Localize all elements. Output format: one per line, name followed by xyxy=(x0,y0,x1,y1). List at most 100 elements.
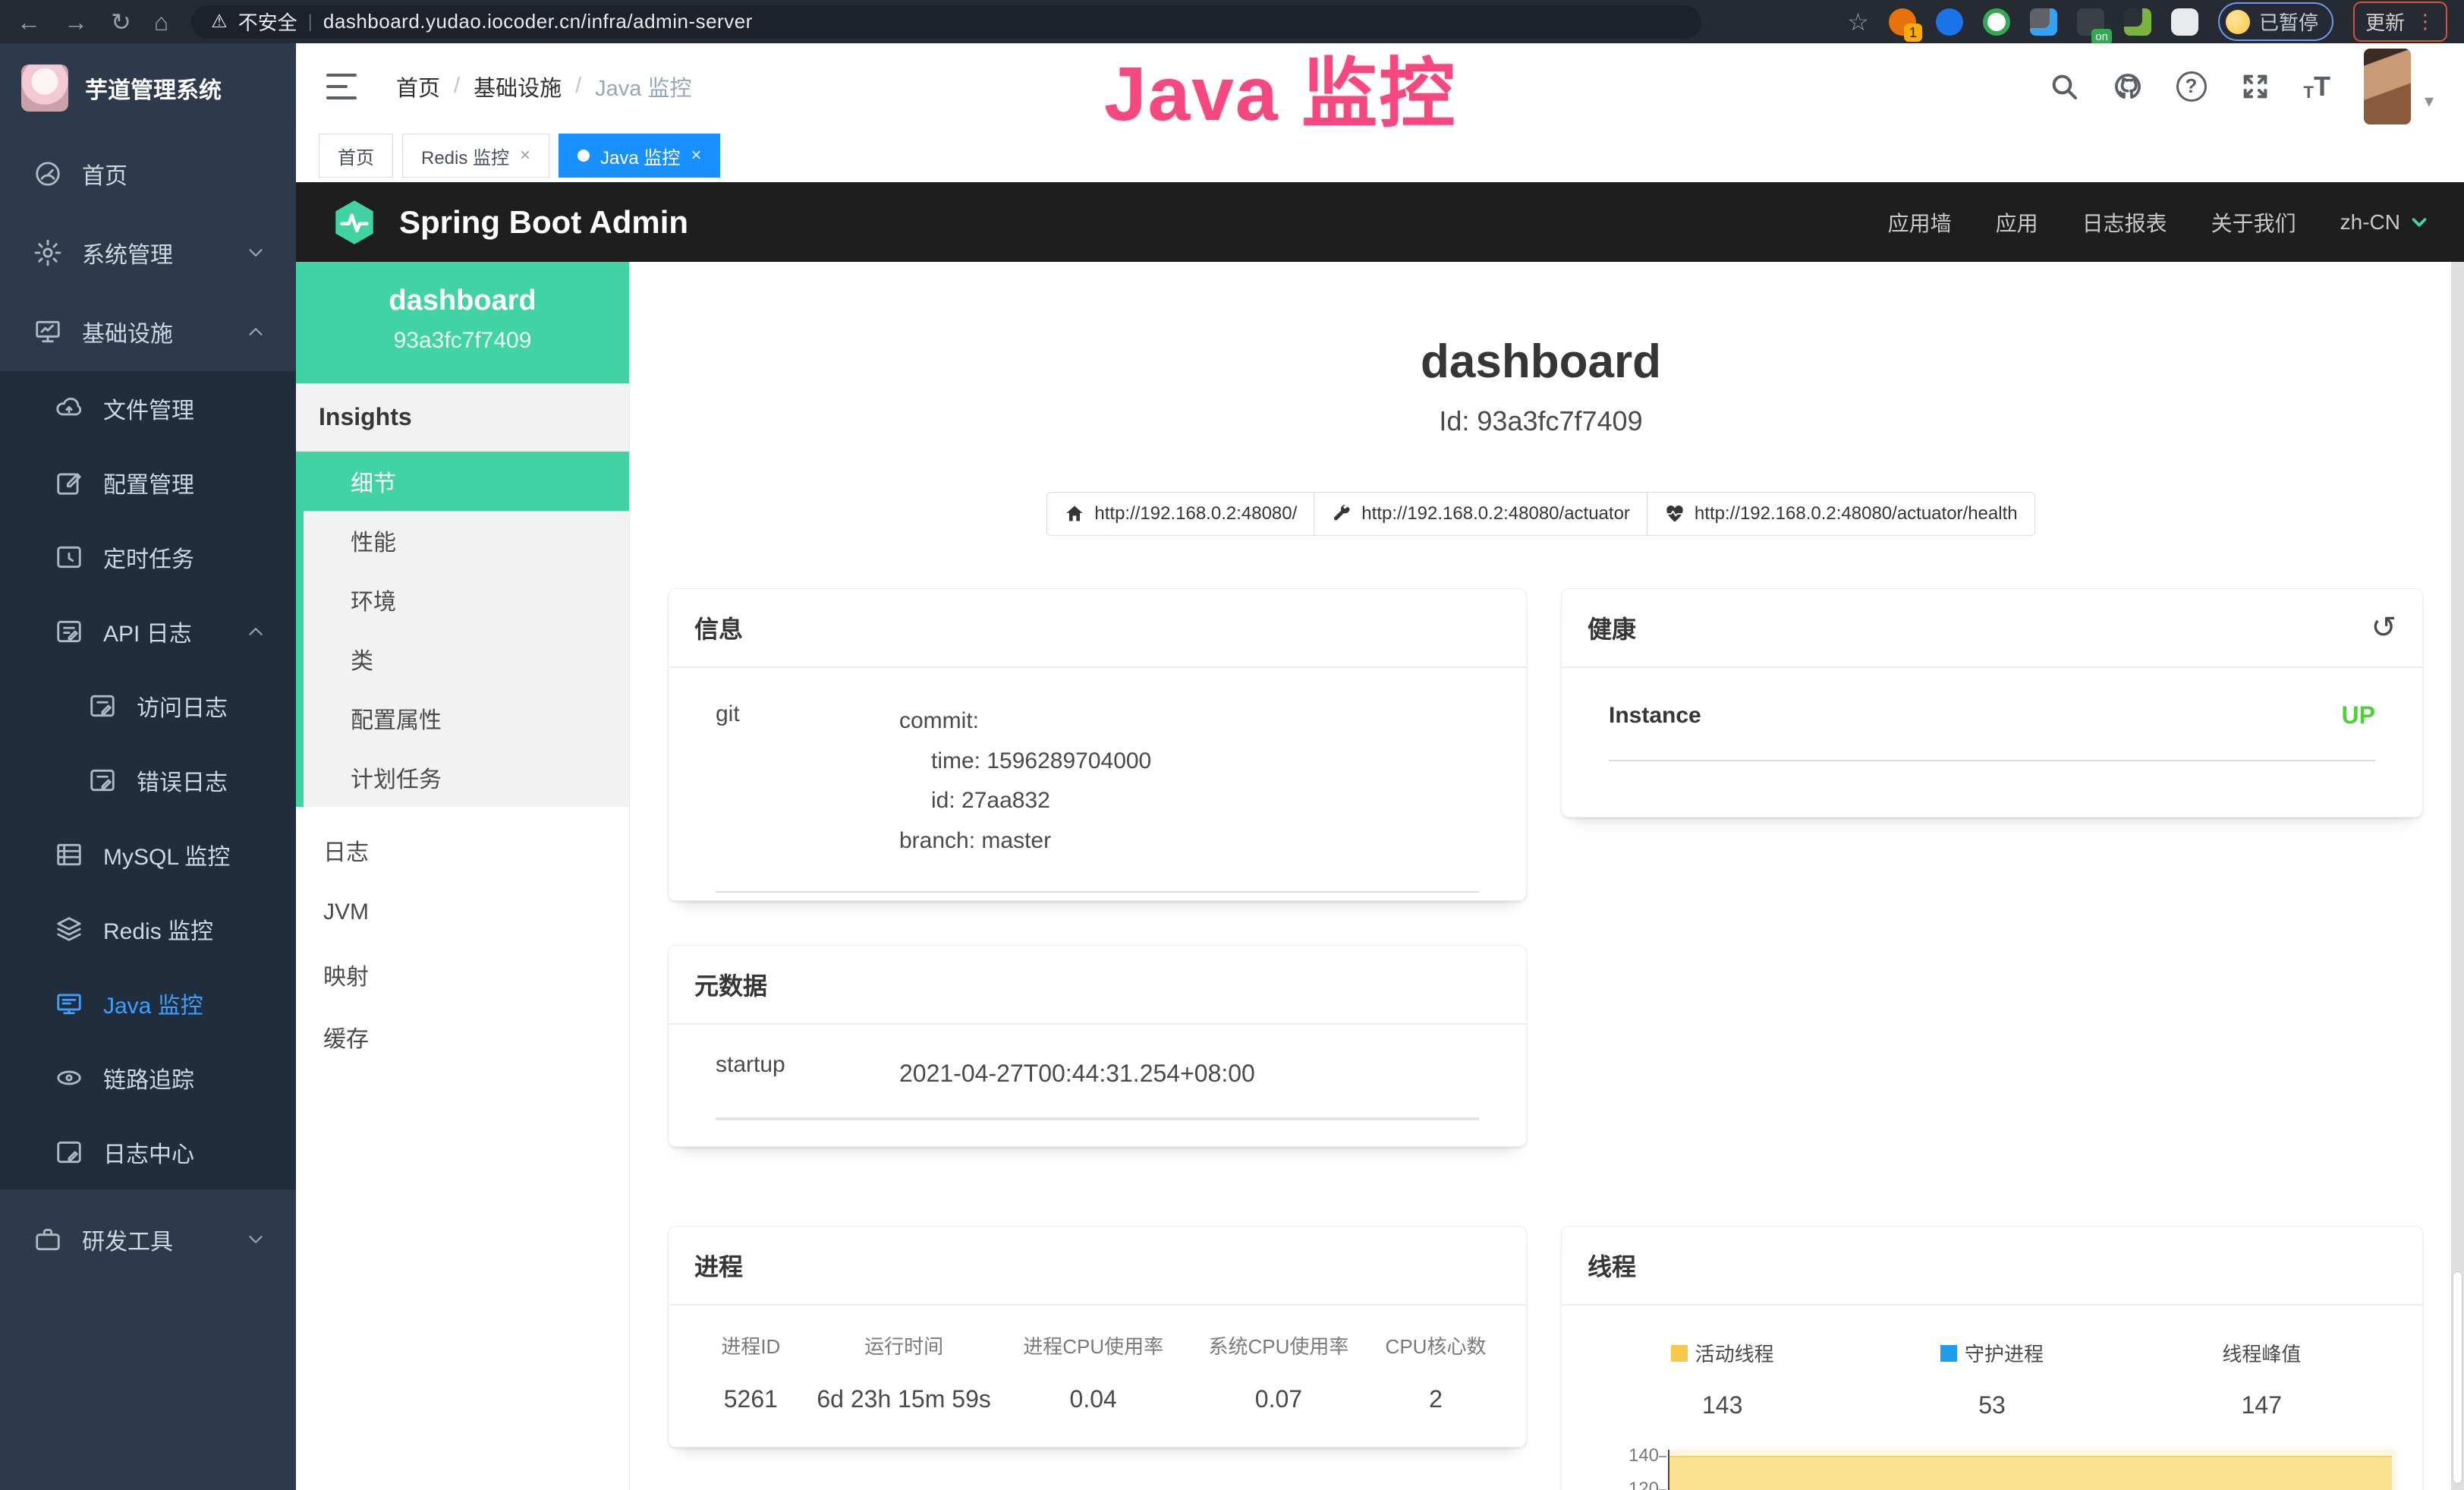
menu-item-logs[interactable]: 日志 xyxy=(296,819,629,881)
legend-value: 147 xyxy=(2127,1391,2396,1419)
content-scrollbar[interactable] xyxy=(2451,262,2464,1490)
menu-item-metrics[interactable]: 性能 xyxy=(304,511,629,570)
menu-item-config-props[interactable]: 配置属性 xyxy=(304,688,629,748)
sidebar-item-system[interactable]: 系统管理 xyxy=(0,213,296,292)
sidebar-item-infrastructure[interactable]: 基础设施 xyxy=(0,292,296,371)
sba-locale-select[interactable]: zh-CN xyxy=(2340,210,2431,235)
cell-process-cpu: 0.04 xyxy=(1001,1385,1186,1413)
sidebar-item-mysql-monitor[interactable]: MySQL 监控 xyxy=(0,817,296,892)
help-icon[interactable]: ? xyxy=(2176,71,2207,102)
legend-swatch-daemon xyxy=(1940,1345,1957,1362)
menu-item-environment[interactable]: 环境 xyxy=(304,570,629,629)
breadcrumb-section[interactable]: 基础设施 xyxy=(474,71,562,102)
sba-nav-journal[interactable]: 日志报表 xyxy=(2082,207,2167,238)
url-label: http://192.168.0.2:48080/actuator/health xyxy=(1695,503,2018,524)
update-button[interactable]: 更新 ⋮ xyxy=(2353,2,2447,42)
sidebar-item-error-log[interactable]: 错误日志 xyxy=(0,743,296,817)
breadcrumb-separator: / xyxy=(454,74,460,99)
back-icon[interactable]: ← xyxy=(17,10,41,34)
sidebar-item-dev-tools[interactable]: 研发工具 xyxy=(0,1200,296,1279)
breadcrumb-separator: / xyxy=(575,74,581,99)
font-size-icon[interactable]: TT xyxy=(2304,71,2330,102)
threads-card-title: 线程 xyxy=(1588,1248,1636,1283)
menu-item-scheduled-tasks[interactable]: 计划任务 xyxy=(304,748,629,807)
sidebar-item-config-management[interactable]: 配置管理 xyxy=(0,446,296,520)
user-avatar[interactable] xyxy=(2364,49,2411,124)
extension-on-badge: on xyxy=(2091,29,2112,45)
update-label: 更新 xyxy=(2365,8,2405,36)
menu-item-mappings[interactable]: 映射 xyxy=(296,943,629,1006)
sidebar-item-file-management[interactable]: 文件管理 xyxy=(0,371,296,446)
tab-home[interactable]: 首页 xyxy=(319,134,393,178)
sba-nav-about[interactable]: 关于我们 xyxy=(2211,207,2296,238)
instance-health-url-button[interactable]: http://192.168.0.2:48080/actuator/health xyxy=(1647,492,2035,536)
instance-health-row[interactable]: Instance UP xyxy=(1588,701,2396,729)
database-icon xyxy=(55,840,83,869)
sidebar-item-java-monitor[interactable]: Java 监控 xyxy=(0,966,296,1041)
tab-redis-monitor[interactable]: Redis 监控 × xyxy=(402,134,549,178)
process-card: 进程 进程ID 运行时间 进程CPU使用率 系统CPU使用率 CPU核心数 52… xyxy=(668,1226,1527,1447)
instance-actuator-url-button[interactable]: http://192.168.0.2:48080/actuator xyxy=(1314,492,1647,536)
y-tick: 140 xyxy=(1603,1445,1659,1479)
reload-icon[interactable]: ↻ xyxy=(111,10,131,34)
search-icon[interactable] xyxy=(2049,71,2079,102)
extension-switch-icon[interactable]: on xyxy=(2077,8,2104,36)
extension-orange-icon[interactable]: 1 xyxy=(1889,8,1916,36)
history-icon[interactable]: ↺ xyxy=(2371,610,2396,645)
browser-menu-kebab-icon[interactable]: ⋮ xyxy=(2415,10,2435,33)
sba-sidebar: dashboard 93a3fc7f7409 Insights 细节 性能 环境… xyxy=(296,262,630,1490)
chart-plot-area xyxy=(1668,1450,2396,1490)
bookmark-star-icon[interactable]: ☆ xyxy=(1847,10,1869,34)
not-secure-label[interactable]: 不安全 xyxy=(238,8,297,36)
menu-item-caches[interactable]: 缓存 xyxy=(296,1006,629,1068)
cloud-upload-icon xyxy=(55,394,83,423)
close-icon[interactable]: × xyxy=(691,145,701,166)
startup-label: startup xyxy=(694,1052,899,1095)
instance-home-url-button[interactable]: http://192.168.0.2:48080/ xyxy=(1046,492,1314,536)
log-edit-icon xyxy=(55,617,83,646)
dashboard-gauge-icon xyxy=(33,159,62,188)
menu-item-jvm[interactable]: JVM xyxy=(296,881,629,943)
extension-pin-icon[interactable] xyxy=(1936,8,1963,36)
browser-home-icon[interactable]: ⌂ xyxy=(154,10,168,34)
sidebar-item-label: 链路追踪 xyxy=(103,1061,194,1095)
tab-java-monitor[interactable]: Java 监控 × xyxy=(559,134,720,178)
url-bar[interactable]: ⚠ 不安全 | dashboard.yudao.iocoder.cn/infra… xyxy=(191,5,1701,39)
sba-brand-title[interactable]: Spring Boot Admin xyxy=(399,204,688,241)
extension-leaf-icon[interactable] xyxy=(2124,8,2151,36)
main-content: dashboard Id: 93a3fc7f7409 http://192.16… xyxy=(631,262,2451,1490)
metadata-card: 元数据 startup 2021-04-27T00:44:31.254+08:0… xyxy=(668,945,1527,1147)
sidebar-item-api-log[interactable]: API 日志 xyxy=(0,594,296,669)
extension-grid-icon[interactable] xyxy=(2030,8,2057,36)
sidebar-item-access-log[interactable]: 访问日志 xyxy=(0,669,296,743)
extension-puzzle-icon[interactable] xyxy=(2171,8,2198,36)
forward-icon[interactable]: → xyxy=(64,10,88,34)
menu-item-details[interactable]: 细节 xyxy=(304,452,629,511)
scrollbar-thumb[interactable] xyxy=(2453,1271,2462,1484)
close-icon[interactable]: × xyxy=(520,145,530,166)
github-icon[interactable] xyxy=(2113,71,2143,102)
app-logo[interactable]: 芋道管理系统 xyxy=(0,43,296,134)
active-tab-dot xyxy=(577,150,590,162)
extension-green-circle-icon[interactable] xyxy=(1983,8,2010,36)
sba-nav-wallboard[interactable]: 应用墙 xyxy=(1888,207,1952,238)
browser-actions: ☆ 1 on 已暂停 更新 ⋮ xyxy=(1847,2,2447,42)
hamburger-icon[interactable] xyxy=(326,74,357,99)
sidebar-item-log-center[interactable]: 日志中心 xyxy=(0,1115,296,1189)
sba-nav-applications[interactable]: 应用 xyxy=(1996,207,2038,238)
smiley-face-icon xyxy=(2226,10,2250,34)
sidebar-item-label: MySQL 监控 xyxy=(103,838,230,871)
breadcrumb: 首页 / 基础设施 / Java 监控 xyxy=(396,71,691,102)
paused-badge[interactable]: 已暂停 xyxy=(2218,2,2333,41)
instance-header[interactable]: dashboard 93a3fc7f7409 xyxy=(296,262,629,383)
col-header: 进程CPU使用率 xyxy=(1001,1331,1186,1359)
breadcrumb-home[interactable]: 首页 xyxy=(396,71,440,102)
sidebar-item-scheduled-jobs[interactable]: 定时任务 xyxy=(0,520,296,594)
user-menu-caret-icon[interactable]: ▾ xyxy=(2425,90,2434,112)
menu-item-classes[interactable]: 类 xyxy=(304,629,629,688)
sidebar-item-home[interactable]: 首页 xyxy=(0,134,296,213)
url-text[interactable]: dashboard.yudao.iocoder.cn/infra/admin-s… xyxy=(323,10,753,33)
sidebar-item-redis-monitor[interactable]: Redis 监控 xyxy=(0,892,296,966)
fullscreen-icon[interactable] xyxy=(2240,71,2270,102)
sidebar-item-tracing[interactable]: 链路追踪 xyxy=(0,1041,296,1115)
